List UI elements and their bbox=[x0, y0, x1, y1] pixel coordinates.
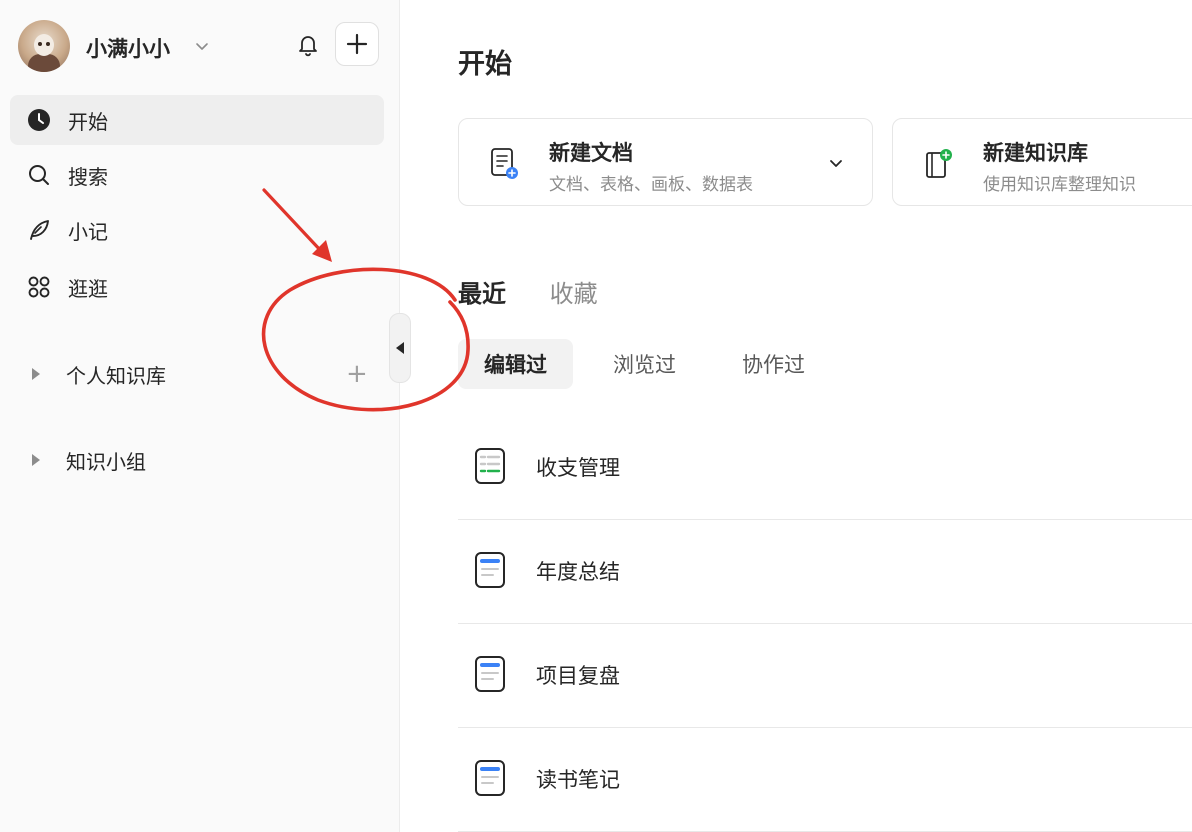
nav-item-notes[interactable]: 小记 bbox=[10, 205, 384, 255]
sub-tabs: 编辑过 浏览过 协作过 bbox=[458, 339, 845, 389]
create-button[interactable] bbox=[335, 22, 379, 66]
nav-label: 小记 bbox=[68, 219, 108, 244]
doc-row[interactable]: 收支管理 bbox=[458, 416, 1192, 520]
nav-label: 开始 bbox=[68, 109, 108, 134]
card-title: 新建知识库 bbox=[983, 141, 1088, 165]
group-personal-kb[interactable]: 个人知识库 + bbox=[10, 351, 384, 397]
doc-title: 读书笔记 bbox=[536, 768, 620, 792]
new-kb-icon bbox=[926, 149, 952, 178]
bell-icon[interactable] bbox=[296, 32, 320, 58]
caret-right-icon[interactable] bbox=[32, 368, 40, 380]
text-doc-icon bbox=[475, 656, 505, 692]
group-label: 个人知识库 bbox=[66, 363, 166, 388]
page-title: 开始 bbox=[458, 49, 512, 80]
text-doc-icon bbox=[475, 760, 505, 796]
plus-icon bbox=[346, 33, 368, 55]
nav-label: 搜索 bbox=[68, 164, 108, 189]
new-kb-card[interactable]: 新建知识库 使用知识库整理知识 bbox=[892, 118, 1192, 206]
nav-item-start[interactable]: 开始 bbox=[10, 95, 384, 145]
avatar[interactable] bbox=[18, 20, 70, 72]
tab-recent[interactable]: 最近 bbox=[458, 280, 506, 308]
clock-icon bbox=[26, 107, 52, 133]
group-knowledge-team[interactable]: 知识小组 bbox=[10, 437, 384, 483]
caret-right-icon[interactable] bbox=[32, 454, 40, 466]
nav-item-search[interactable]: 搜索 bbox=[10, 150, 384, 200]
sheet-doc-icon bbox=[475, 448, 505, 484]
card-title: 新建文档 bbox=[549, 141, 633, 165]
nav-item-explore[interactable]: 逛逛 bbox=[10, 262, 384, 312]
subtab-viewed[interactable]: 浏览过 bbox=[587, 339, 702, 389]
card-subtitle: 使用知识库整理知识 bbox=[983, 175, 1136, 195]
card-subtitle: 文档、表格、画板、数据表 bbox=[549, 175, 753, 195]
chevron-down-icon[interactable] bbox=[828, 155, 844, 171]
new-doc-card[interactable]: 新建文档 文档、表格、画板、数据表 bbox=[458, 118, 873, 206]
doc-row[interactable]: 读书笔记 bbox=[458, 728, 1192, 832]
main-tabs: 最近 收藏 bbox=[458, 274, 634, 309]
subtab-collaborated[interactable]: 协作过 bbox=[716, 339, 831, 389]
main-content: 开始 新建文档 文档、表格、画板、数据表 新建知识库 使用知识库整理知识 最近 … bbox=[400, 0, 1192, 832]
doc-title: 年度总结 bbox=[536, 560, 620, 584]
doc-row[interactable]: 年度总结 bbox=[458, 520, 1192, 624]
subtab-edited[interactable]: 编辑过 bbox=[458, 339, 573, 389]
doc-row[interactable]: 项目复盘 bbox=[458, 624, 1192, 728]
user-row[interactable]: 小满小小 bbox=[18, 20, 382, 74]
search-icon bbox=[26, 162, 52, 188]
username[interactable]: 小满小小 bbox=[86, 33, 170, 63]
text-doc-icon bbox=[475, 552, 505, 588]
chevron-down-icon[interactable] bbox=[194, 38, 210, 54]
sidebar: 小满小小 开始 搜索 小记 逛逛 个人知识库 + 知识小组 bbox=[0, 0, 400, 832]
add-kb-button[interactable]: + bbox=[346, 361, 368, 387]
tab-favorites[interactable]: 收藏 bbox=[550, 280, 598, 308]
group-label: 知识小组 bbox=[66, 449, 146, 474]
new-doc-icon bbox=[491, 148, 518, 179]
doc-title: 收支管理 bbox=[536, 456, 620, 480]
doc-title: 项目复盘 bbox=[536, 664, 620, 688]
feather-icon bbox=[26, 217, 52, 243]
nav-label: 逛逛 bbox=[68, 276, 108, 301]
grid-icon bbox=[26, 274, 52, 300]
